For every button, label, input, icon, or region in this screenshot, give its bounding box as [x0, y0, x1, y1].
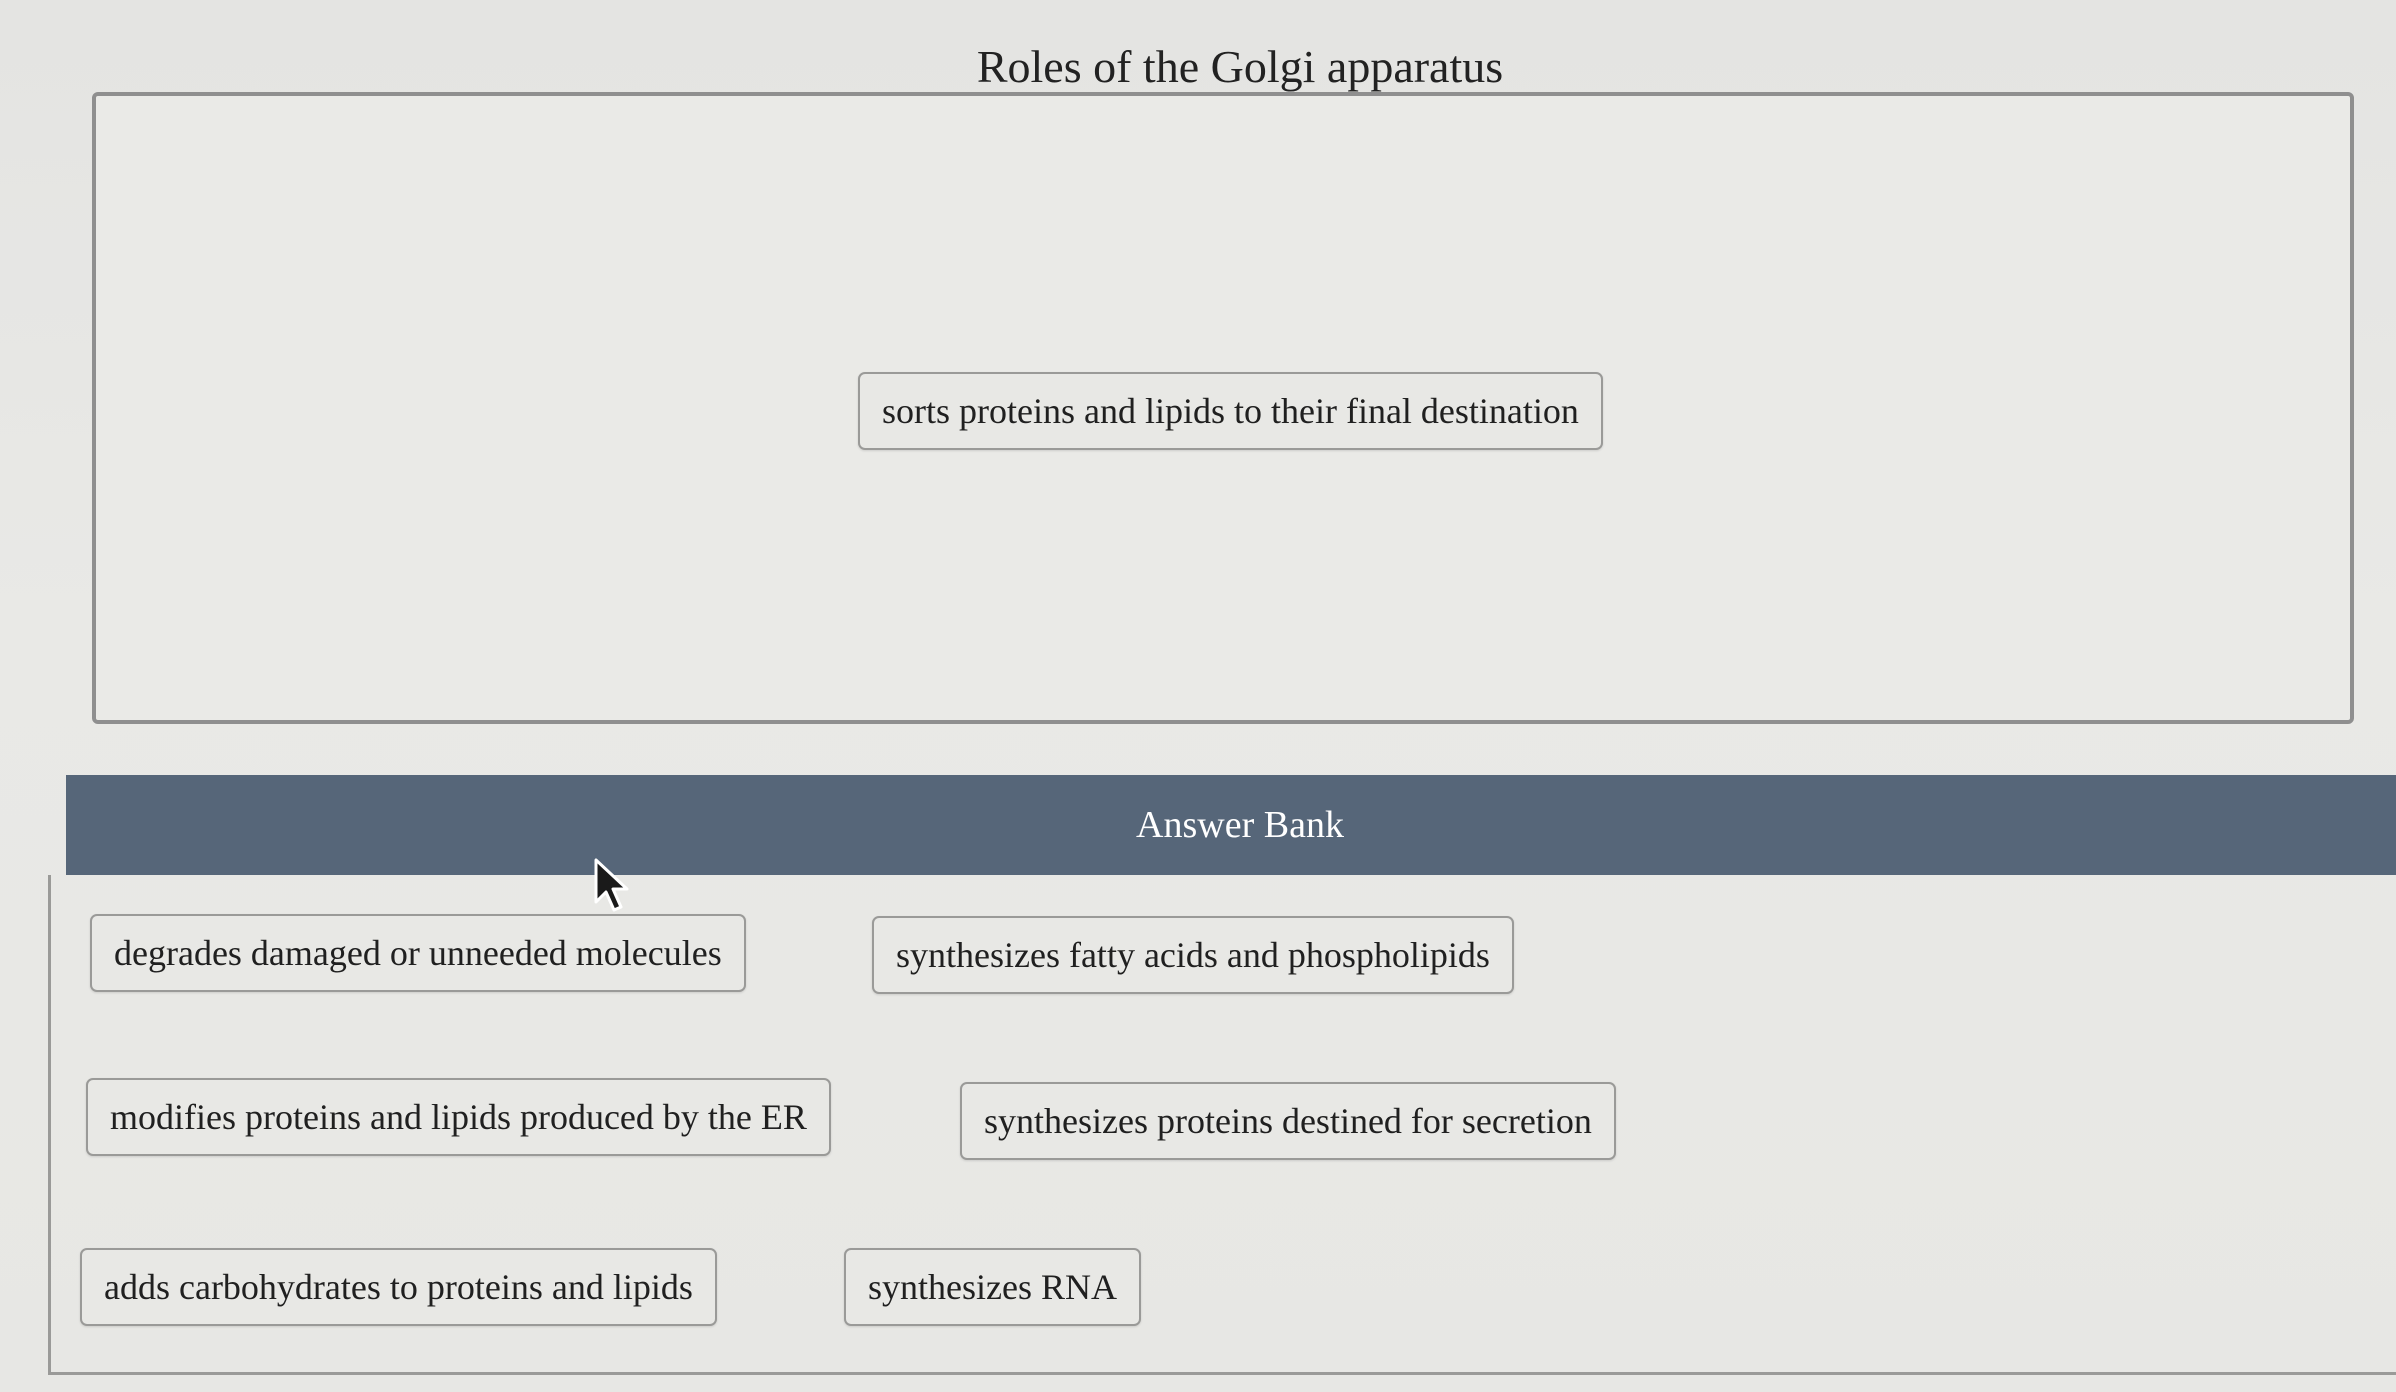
answer-chip-modifies[interactable]: modifies proteins and lipids produced by…: [86, 1078, 831, 1156]
answer-bank-title: Answer Bank: [1136, 804, 1344, 846]
answer-chip-degrades[interactable]: degrades damaged or unneeded molecules: [90, 914, 746, 992]
answer-chip-rna[interactable]: synthesizes RNA: [844, 1248, 1141, 1326]
placed-answer-chip[interactable]: sorts proteins and lipids to their final…: [858, 372, 1603, 450]
mouse-pointer-icon: [594, 858, 629, 912]
answer-chip-fatty-acids[interactable]: synthesizes fatty acids and phospholipid…: [872, 916, 1514, 994]
page: Roles of the Golgi apparatus sorts prote…: [0, 0, 2396, 1392]
answer-chip-carbohydrates[interactable]: adds carbohydrates to proteins and lipid…: [80, 1248, 717, 1326]
question-title: Roles of the Golgi apparatus: [976, 41, 1504, 92]
answer-chip-secretion[interactable]: synthesizes proteins destined for secret…: [960, 1082, 1616, 1160]
